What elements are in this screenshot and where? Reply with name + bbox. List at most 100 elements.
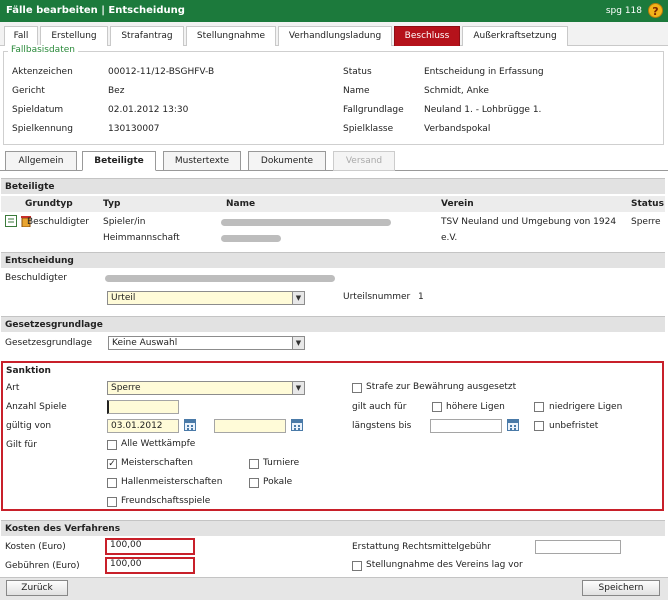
meisterschaften-label: Meisterschaften [121,458,193,468]
subtab-versand: Versand [333,151,395,171]
help-icon[interactable]: ? [648,3,663,18]
hallenmeisterschaften-label: Hallenmeisterschaften [121,477,223,487]
gilt-fuer-label: Gilt für [6,440,37,450]
gebuehren-input[interactable]: 100,00 [105,557,195,574]
subtab-allgemein[interactable]: Allgemein [5,151,77,171]
tab-erstellung[interactable]: Erstellung [40,26,108,46]
table-row[interactable]: Beschuldigter Spieler/in Heimmannschaft … [1,212,665,244]
sanktion-box [1,361,664,511]
subtab-beteiligte[interactable]: Beteiligte [82,151,156,171]
hallenmeisterschaften-checkbox[interactable] [107,478,117,488]
tab-beschluss[interactable]: Beschluss [394,26,460,46]
beteiligte-table-header [1,196,665,212]
entscheidung-heading: Entscheidung [1,252,665,268]
col-grundtyp: Grundtyp [25,199,73,209]
status-value: Entscheidung in Erfassung [424,67,544,77]
bottom-bar [0,577,668,600]
unbefristet-label: unbefristet [549,421,599,431]
urteil-select[interactable]: Urteil ▼ [107,291,305,305]
bewaehrung-label: Strafe zur Bewährung ausgesetzt [366,382,517,392]
chevron-down-icon: ▼ [292,382,304,394]
kosten-heading: Kosten des Verfahrens [1,520,665,536]
row-typ-2: Heimmannschaft [103,233,180,243]
spielklasse-value: Verbandspokal [424,124,491,134]
tab-stellungnahme[interactable]: Stellungnahme [186,26,276,46]
user-id: spg 118 [605,6,642,16]
erstattung-input[interactable] [535,540,621,554]
calendar-icon[interactable] [507,419,519,431]
hoehere-ligen-checkbox[interactable] [432,402,442,412]
alle-wettkaempfe-checkbox[interactable] [107,440,117,450]
gericht-value: Bez [108,86,125,96]
pokale-checkbox[interactable] [249,478,259,488]
title-bar: Fälle bearbeiten | Entscheidung spg 118 … [0,0,668,22]
row-grundtyp: Beschuldigter [27,217,89,227]
name-value: Schmidt, Anke [424,86,489,96]
art-select[interactable]: Sperre ▼ [107,381,305,395]
urteilsnummer-value: 1 [418,292,424,302]
spielkennung-value: 130130007 [108,124,160,134]
urteilsnummer-label: Urteilsnummer [343,292,411,302]
art-select-value: Sperre [111,383,141,393]
beteiligte-heading: Beteiligte [1,178,665,194]
redacted-beschuldigter [105,275,335,282]
col-typ: Typ [103,199,121,209]
row-verein-2: e.V. [441,233,458,243]
stellungnahme-checkbox[interactable] [352,561,362,571]
fallgrundlage-label: Fallgrundlage [343,105,404,115]
calendar-icon[interactable] [291,419,303,431]
col-verein: Verein [441,199,474,209]
fallgrundlage-value: Neuland 1. - Lohbrügge 1. [424,105,542,115]
subtab-mustertexte[interactable]: Mustertexte [163,151,241,171]
tab-ausserkraftsetzung[interactable]: Außerkraftsetzung [462,26,568,46]
tab-fall[interactable]: Fall [4,26,38,46]
kosten-label: Kosten (Euro) [5,542,66,552]
turniere-label: Turniere [263,458,300,468]
col-status: Status [631,199,664,209]
laengstens-label: längstens bis [352,421,412,431]
urteil-select-value: Urteil [111,293,136,303]
spielklasse-label: Spielklasse [343,124,394,134]
hoehere-ligen-label: höhere Ligen [446,402,505,412]
bewaehrung-checkbox[interactable] [352,383,362,393]
gueltig-von-input[interactable]: 03.01.2012 [107,419,179,433]
save-button[interactable]: Speichern [582,580,660,596]
anzahl-spiele-label: Anzahl Spiele [6,402,67,412]
gueltig-von-label: gültig von [6,421,52,431]
edit-icon[interactable] [5,215,17,227]
redacted-name-2 [221,235,281,242]
spieldatum-value: 02.01.2012 13:30 [108,105,189,115]
sanktion-heading: Sanktion [6,366,51,376]
tab-verhandlungsladung[interactable]: Verhandlungsladung [278,26,392,46]
unbefristet-checkbox[interactable] [534,421,544,431]
stellungnahme-label: Stellungnahme des Vereins lag vor [366,560,523,570]
back-button[interactable]: Zurück [6,580,68,596]
subtab-dokumente[interactable]: Dokumente [248,151,326,171]
anzahl-spiele-input[interactable] [107,400,179,414]
spieldatum-label: Spieldatum [12,105,64,115]
gueltig-bis-input[interactable] [214,419,286,433]
laengstens-input[interactable] [430,419,502,433]
niedrigere-ligen-checkbox[interactable] [534,402,544,412]
tab-strafantrag[interactable]: Strafantrag [110,26,184,46]
name-label: Name [343,86,370,96]
calendar-icon[interactable] [184,419,196,431]
turniere-checkbox[interactable] [249,459,259,469]
pokale-label: Pokale [263,477,293,487]
page-title: Fälle bearbeiten | Entscheidung [6,5,185,16]
gesetzesgrundlage-heading: Gesetzesgrundlage [1,316,665,332]
freundschaftsspiele-checkbox[interactable] [107,497,117,507]
kosten-input[interactable]: 100,00 [105,538,195,555]
aktenzeichen-value: 00012-11/12-BSGHFV-B [108,67,215,77]
main-tab-bar: Fall Erstellung Strafantrag Stellungnahm… [0,22,668,46]
status-label: Status [343,67,372,77]
row-typ-1: Spieler/in [103,217,146,227]
meisterschaften-checkbox[interactable]: ✓ [107,459,117,469]
gesetzesgrundlage-select-value: Keine Auswahl [112,338,178,348]
gesetzesgrundlage-select[interactable]: Keine Auswahl ▼ [108,336,305,350]
fallbasisdaten-box [3,51,664,145]
row-status: Sperre [631,217,661,227]
art-label: Art [6,383,20,393]
row-verein-1: TSV Neuland und Umgebung von 1924 [441,217,617,227]
col-name: Name [226,199,256,209]
